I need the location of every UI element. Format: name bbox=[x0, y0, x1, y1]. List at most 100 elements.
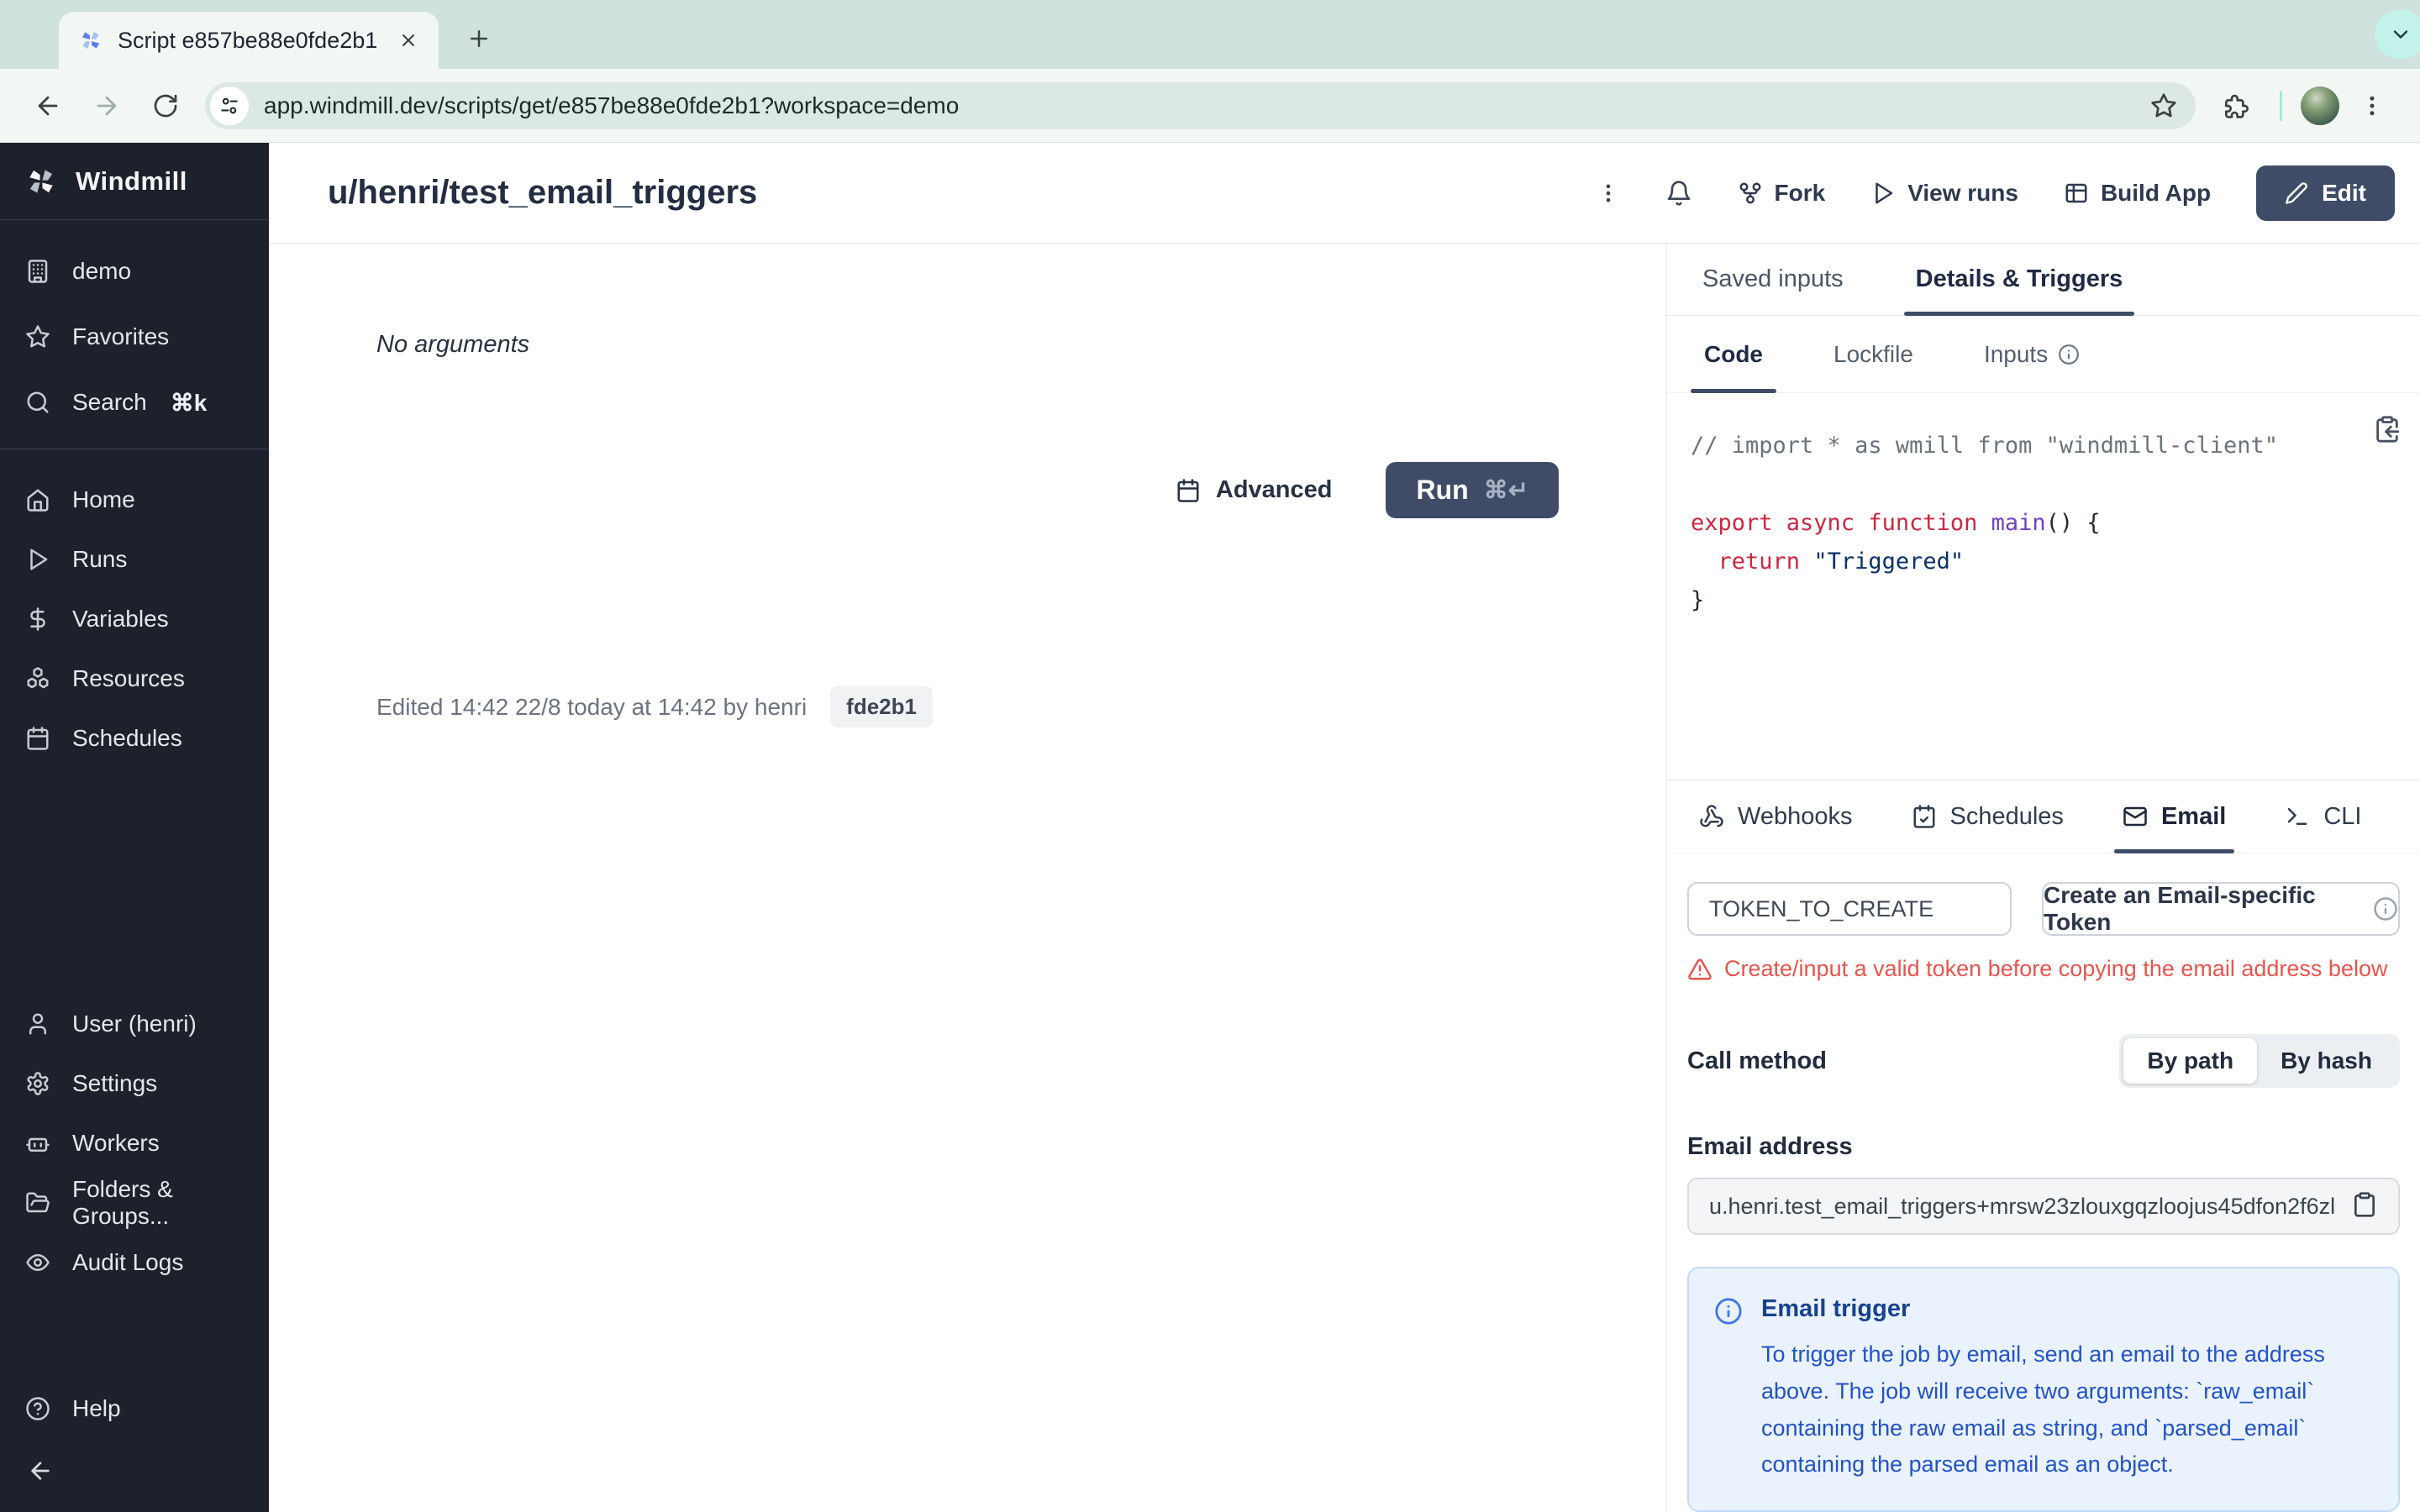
extensions-icon[interactable] bbox=[2209, 80, 2261, 132]
sidebar-item-runs[interactable]: Runs bbox=[0, 529, 269, 589]
sidebar-item-label: Search bbox=[72, 389, 147, 415]
tab-saved-inputs[interactable]: Saved inputs bbox=[1691, 244, 1855, 315]
edited-row: Edited 14:42 22/8 today at 14:42 by henr… bbox=[376, 686, 1559, 727]
create-email-token-button[interactable]: Create an Email-specific Token bbox=[2042, 882, 2400, 937]
bell-icon[interactable] bbox=[1665, 180, 1692, 207]
token-input[interactable] bbox=[1687, 882, 2012, 937]
sidebar-item-label: Folders & Groups... bbox=[72, 1175, 173, 1229]
call-method-row: Call method By path By hash bbox=[1687, 1034, 2400, 1089]
view-runs-button[interactable]: View runs bbox=[1870, 180, 2018, 207]
tab-cli[interactable]: CLI bbox=[2276, 780, 2370, 853]
browser-profile-avatar[interactable] bbox=[2301, 86, 2339, 125]
page-header: u/henri/test_email_triggers Fork View ru… bbox=[269, 143, 2420, 244]
email-address-value: u.henri.test_email_triggers+mrsw23zlouxg… bbox=[1709, 1193, 2334, 1219]
code-subtabs: Code Lockfile Inputs bbox=[1667, 316, 2420, 393]
play-icon bbox=[30, 549, 48, 570]
sidebar-item-label: Variables bbox=[72, 605, 169, 632]
run-button[interactable]: Run ⌘↵ bbox=[1386, 462, 1559, 518]
sidebar-item-workers[interactable]: Workers bbox=[0, 1113, 269, 1173]
edit-label: Edit bbox=[2322, 179, 2366, 206]
page-title: u/henri/test_email_triggers bbox=[328, 174, 758, 211]
tab-inputs[interactable]: Inputs bbox=[1970, 316, 2093, 392]
call-method-label: Call method bbox=[1687, 1047, 1827, 1074]
sidebar-logo-label: Windmill bbox=[76, 165, 187, 196]
folder-open-icon bbox=[26, 1192, 50, 1212]
edit-button[interactable]: Edit bbox=[2256, 165, 2395, 221]
create-email-token-label: Create an Email-specific Token bbox=[2044, 882, 2316, 936]
sidebar-item-label: Workers bbox=[72, 1129, 160, 1156]
sidebar-item-schedules[interactable]: Schedules bbox=[0, 708, 269, 768]
sidebar-item-workspace[interactable]: demo bbox=[0, 239, 269, 304]
tab-close-icon[interactable] bbox=[392, 24, 425, 57]
tab-search-chevron-button[interactable] bbox=[2375, 10, 2420, 59]
sidebar-item-audit-logs[interactable]: Audit Logs bbox=[0, 1232, 269, 1292]
browser-tab[interactable]: Script e857be88e0fde2b1 | W bbox=[59, 12, 439, 69]
info-content: Email trigger To trigger the job by emai… bbox=[1761, 1295, 2366, 1483]
sidebar-logo[interactable]: Windmill bbox=[0, 143, 269, 220]
sidebar-item-user[interactable]: User (henri) bbox=[0, 994, 269, 1053]
code-punctuation: } bbox=[1691, 587, 1705, 613]
app-root: Windmill demo Favorites Search ⌘k Home R… bbox=[0, 143, 2420, 1512]
code-function-name: main bbox=[1991, 510, 2046, 536]
sidebar: Windmill demo Favorites Search ⌘k Home R… bbox=[0, 143, 269, 1512]
new-tab-button[interactable] bbox=[455, 15, 502, 62]
build-app-label: Build App bbox=[2100, 179, 2212, 206]
tab-inputs-label: Inputs bbox=[1983, 340, 2049, 367]
sidebar-collapse-button[interactable] bbox=[0, 1441, 269, 1500]
script-run-pane: No arguments Advanced Run ⌘↵ Edited 14:4… bbox=[269, 244, 1666, 1512]
by-path-option[interactable]: By path bbox=[2123, 1038, 2258, 1084]
windmill-favicon bbox=[82, 31, 100, 50]
token-row: Create an Email-specific Token bbox=[1687, 882, 2400, 937]
calendar-icon bbox=[27, 726, 49, 750]
sidebar-item-settings[interactable]: Settings bbox=[0, 1053, 269, 1113]
browser-menu-icon[interactable] bbox=[2346, 80, 2398, 132]
email-trigger-section: Create an Email-specific Token Create/in… bbox=[1667, 853, 2420, 1512]
sidebar-nav-top: demo Favorites Search ⌘k bbox=[0, 220, 269, 435]
sidebar-item-favorites[interactable]: Favorites bbox=[0, 304, 269, 370]
dollar-icon bbox=[30, 606, 45, 631]
fork-button[interactable]: Fork bbox=[1738, 180, 1825, 207]
version-hash-badge[interactable]: fde2b1 bbox=[830, 686, 933, 727]
build-app-button[interactable]: Build App bbox=[2064, 180, 2211, 207]
advanced-button[interactable]: Advanced bbox=[1176, 476, 1332, 504]
user-icon bbox=[29, 1013, 46, 1034]
panel-tabs: Saved inputs Details & Triggers bbox=[1667, 244, 2420, 316]
copy-code-icon[interactable] bbox=[2373, 415, 2402, 448]
browser-toolbar: app.windmill.dev/scripts/get/e857be88e0f… bbox=[0, 69, 2420, 143]
more-menu-icon[interactable] bbox=[1597, 181, 1620, 205]
refresh-icon[interactable] bbox=[139, 80, 192, 132]
email-trigger-info-box: Email trigger To trigger the job by emai… bbox=[1687, 1267, 2400, 1512]
sidebar-item-label: Resources bbox=[72, 664, 185, 691]
no-arguments-text: No arguments bbox=[376, 331, 530, 358]
tab-schedules[interactable]: Schedules bbox=[1903, 780, 2072, 853]
email-address-field[interactable]: u.henri.test_email_triggers+mrsw23zlouxg… bbox=[1687, 1178, 2400, 1236]
back-icon[interactable] bbox=[22, 80, 74, 132]
code-viewer[interactable]: // import * as wmill from "windmill-clie… bbox=[1667, 393, 2420, 780]
forward-icon[interactable] bbox=[81, 80, 133, 132]
tab-email[interactable]: Email bbox=[2113, 780, 2235, 854]
tab-webhooks[interactable]: Webhooks bbox=[1691, 780, 1861, 853]
sidebar-item-label: Audit Logs bbox=[72, 1248, 184, 1275]
site-settings-icon[interactable] bbox=[210, 86, 249, 125]
sidebar-item-search[interactable]: Search ⌘k bbox=[0, 370, 269, 435]
webhook-icon bbox=[1700, 805, 1723, 827]
tab-code[interactable]: Code bbox=[1691, 316, 1776, 393]
sidebar-item-resources[interactable]: Resources bbox=[0, 648, 269, 708]
url-bar[interactable]: app.windmill.dev/scripts/get/e857be88e0f… bbox=[205, 81, 2196, 129]
sidebar-item-home[interactable]: Home bbox=[0, 470, 269, 529]
home-icon bbox=[27, 489, 49, 512]
code-comment: // import * as wmill from "windmill-clie… bbox=[1691, 433, 2278, 459]
sidebar-item-folders[interactable]: Folders & Groups... bbox=[0, 1173, 269, 1232]
tab-details-triggers[interactable]: Details & Triggers bbox=[1903, 244, 2135, 316]
by-hash-option[interactable]: By hash bbox=[2257, 1038, 2396, 1084]
eye-icon bbox=[26, 1253, 50, 1271]
copy-address-icon[interactable] bbox=[2351, 1191, 2378, 1222]
toolbar-separator bbox=[2280, 90, 2282, 121]
sidebar-item-variables[interactable]: Variables bbox=[0, 589, 269, 648]
sidebar-item-help[interactable]: Help bbox=[0, 1376, 269, 1441]
bookmark-star-icon[interactable] bbox=[2150, 92, 2177, 119]
browser-tabstrip: Script e857be88e0fde2b1 | W bbox=[0, 0, 2420, 69]
code-block: // import * as wmill from "windmill-clie… bbox=[1691, 427, 2396, 620]
tab-lockfile[interactable]: Lockfile bbox=[1820, 316, 1927, 392]
